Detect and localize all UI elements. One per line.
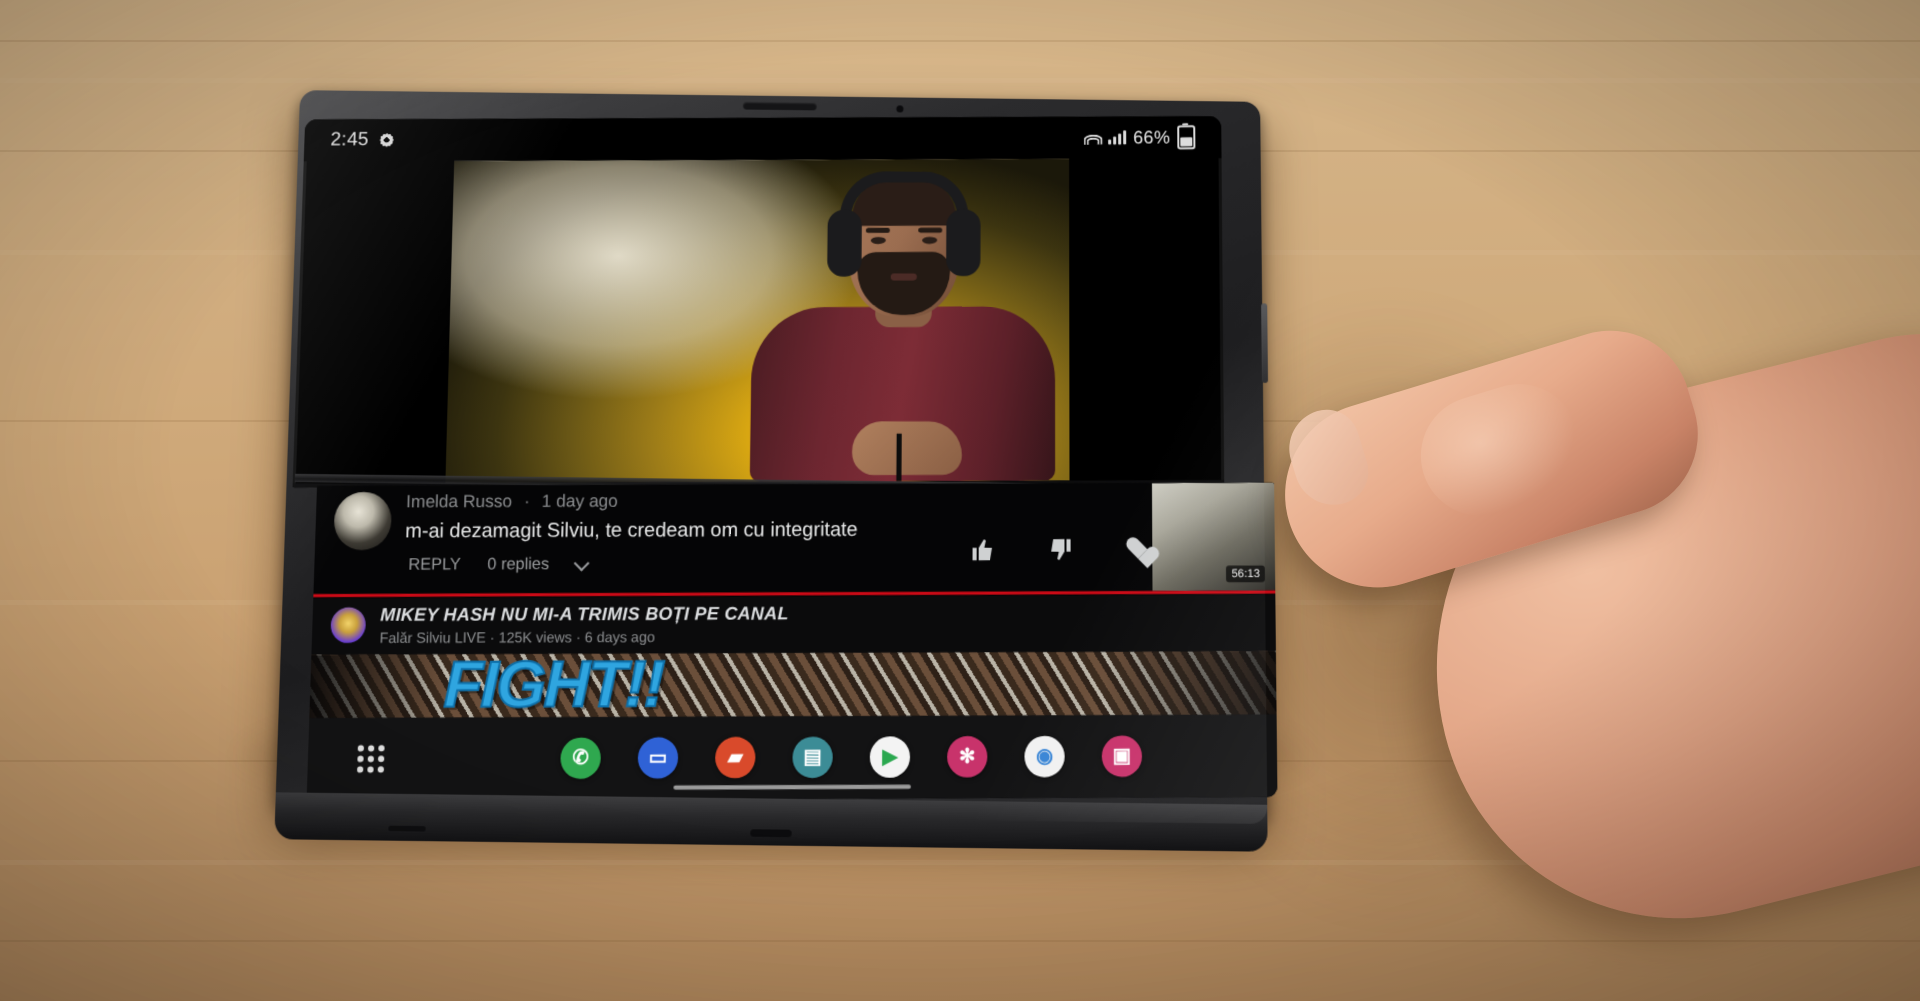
sub-sep-2: ·	[575, 628, 581, 646]
comment-actions: REPLY 0 replies	[408, 554, 590, 575]
duration-badge: 56:13	[1226, 565, 1265, 583]
phone-icon[interactable]: ✆	[560, 737, 602, 779]
comment-meta: Imelda Russo · 1 day ago	[406, 489, 1275, 513]
thumbs-down-icon[interactable]	[1048, 537, 1073, 562]
subject-brow-right	[917, 227, 942, 233]
headphone-cup-left	[826, 209, 862, 277]
foldable-phone: 2:45 66% 56:13 Imelda Russo · 1 day ago …	[274, 90, 1278, 852]
sub-sep-1: ·	[489, 628, 495, 646]
meta-separator: ·	[523, 491, 531, 512]
progress-bar[interactable]	[313, 590, 1276, 598]
signal-bars-icon	[1108, 130, 1127, 145]
wifi-icon	[1083, 131, 1103, 145]
camera-icon[interactable]: ▣	[1101, 735, 1143, 777]
battery-percent: 66%	[1133, 126, 1171, 148]
gesture-nav-bar[interactable]	[673, 784, 911, 790]
chrome-icon[interactable]: ◉	[1024, 735, 1065, 778]
comment-author[interactable]: Imelda Russo	[406, 491, 512, 511]
settings-flower-icon[interactable]: ✻	[947, 736, 988, 778]
wood-grain	[0, 940, 1920, 942]
headphone-cup-right	[945, 209, 981, 277]
heart-icon[interactable]	[1126, 537, 1153, 562]
video-title[interactable]: MIKEY HASH NU MI-A TRIMIS BOȚI PE CANAL	[380, 603, 789, 626]
wood-grain	[0, 40, 1920, 42]
subject-brow-left	[865, 227, 890, 233]
wood-grain	[0, 78, 1920, 83]
video-views: 125K views	[498, 628, 573, 646]
video-age: 6 days ago	[584, 628, 656, 646]
video-subtitle: Falăr Silviu LIVE · 125K views · 6 days …	[379, 628, 788, 646]
speaker-grille	[388, 825, 426, 832]
status-bar-left: 2:45	[330, 129, 394, 151]
comment-reaction-icons	[970, 537, 1152, 563]
gear-icon	[380, 133, 394, 147]
power-button[interactable]	[1261, 303, 1269, 384]
microphone-icon	[895, 433, 902, 482]
scene-root: 2:45 66% 56:13 Imelda Russo · 1 day ago …	[0, 0, 1920, 1001]
thumbs-up-icon[interactable]	[970, 537, 995, 562]
play-store-icon[interactable]: ▶	[869, 736, 911, 778]
messages-icon[interactable]: ▭	[637, 737, 679, 779]
video-thumbnail-banner[interactable]: FIGHT!!	[309, 651, 1277, 720]
reply-button[interactable]: REPLY	[408, 556, 461, 575]
status-bar-right: 66%	[1083, 125, 1196, 150]
subject-hands	[851, 421, 962, 476]
status-clock: 2:45	[330, 129, 370, 151]
battery-icon	[1177, 125, 1196, 150]
thumbnail-fade	[309, 651, 1277, 720]
calendar-icon[interactable]: ▤	[792, 736, 833, 779]
screen-upper-half: 2:45 66%	[292, 116, 1225, 488]
chevron-down-icon[interactable]	[573, 554, 590, 571]
wood-grain	[0, 860, 1920, 865]
video-list-item[interactable]: MIKEY HASH NU MI-A TRIMIS BOȚI PE CANAL …	[311, 597, 1275, 653]
channel-avatar[interactable]	[330, 607, 367, 644]
dock-icon-list: ✆ ▭ ▰ ▤ ▶ ✻ ◉ ▣	[560, 735, 1143, 779]
subject-eye-left	[870, 236, 886, 245]
replies-count[interactable]: 0 replies	[487, 556, 549, 575]
comment-section: 56:13 Imelda Russo · 1 day ago m-ai deza…	[313, 482, 1276, 599]
app-dock: ✆ ▭ ▰ ▤ ▶ ✻ ◉ ▣	[306, 714, 1278, 801]
video-meta: MIKEY HASH NU MI-A TRIMIS BOȚI PE CANAL …	[379, 603, 788, 648]
avatar[interactable]	[333, 491, 393, 551]
usb-port	[750, 829, 792, 838]
subject-mouth	[890, 273, 917, 281]
comment-timestamp: 1 day ago	[541, 491, 619, 511]
video-subject	[734, 171, 1070, 482]
status-bar: 2:45 66%	[303, 116, 1222, 162]
earpiece-slot	[742, 101, 817, 111]
screen-lower-half: 56:13 Imelda Russo · 1 day ago m-ai deza…	[306, 482, 1278, 801]
mail-icon[interactable]: ▰	[714, 736, 756, 779]
video-player[interactable]	[445, 158, 1070, 483]
camera-icon	[896, 105, 904, 113]
app-grid-icon[interactable]	[356, 745, 385, 773]
subject-eye-right	[921, 236, 937, 244]
channel-name[interactable]: Falăr Silviu LIVE	[379, 629, 486, 646]
